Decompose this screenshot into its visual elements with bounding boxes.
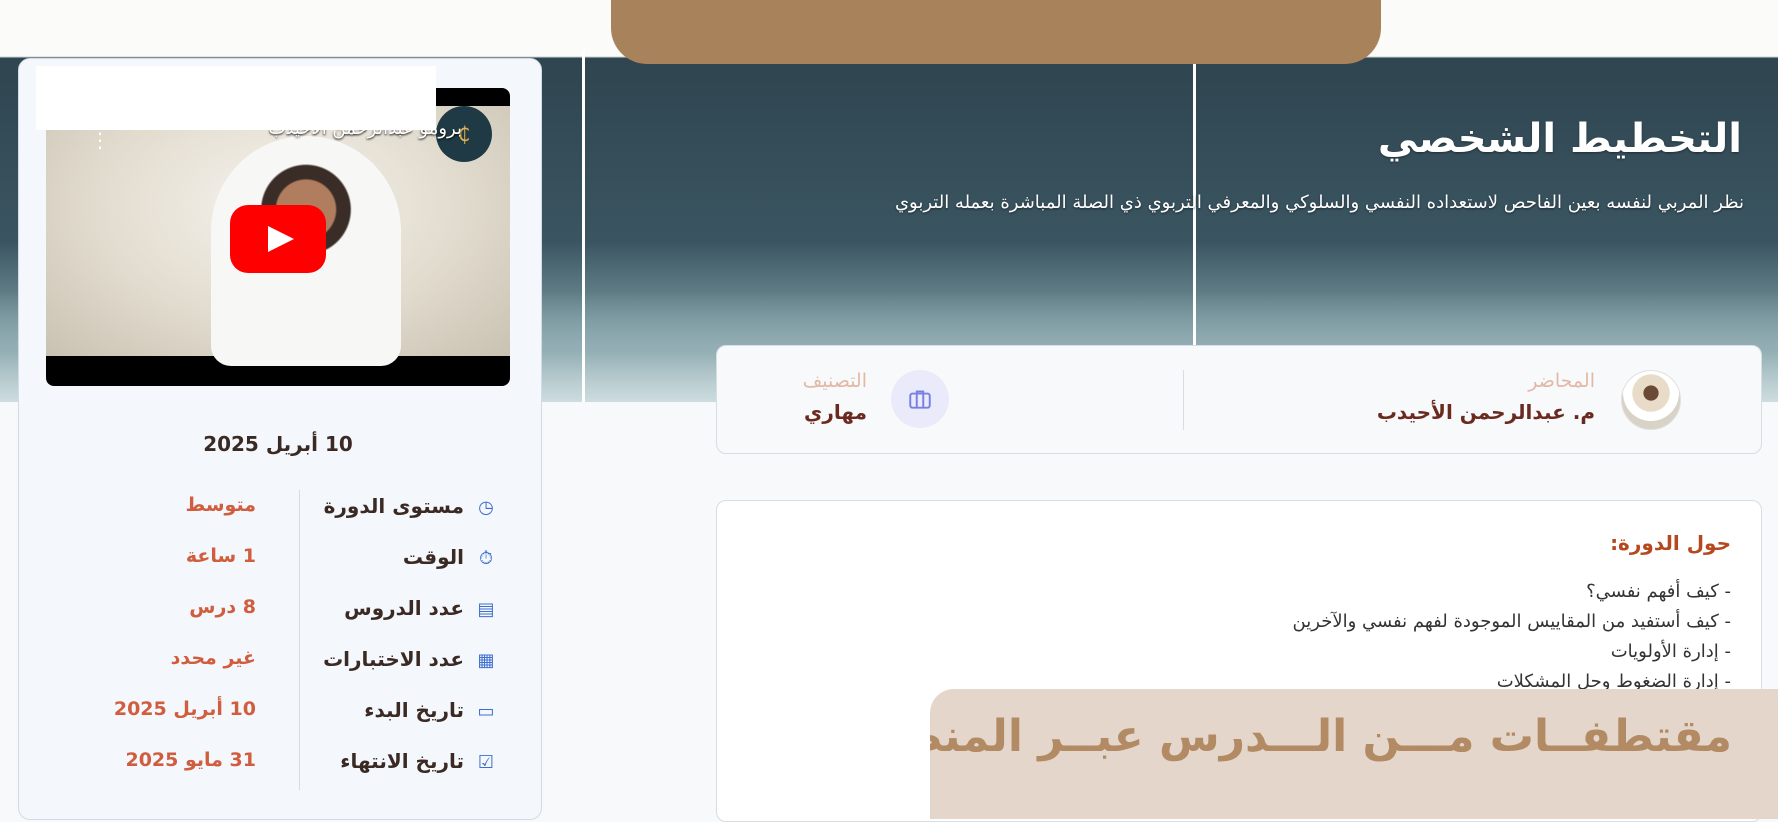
alarm-clock-icon: ⏱: [478, 548, 494, 569]
list-item: كيف أفهم نفسي؟: [1293, 577, 1731, 607]
info-divider: [1183, 370, 1184, 430]
about-title: حول الدورة:: [1610, 531, 1731, 555]
briefcase-icon: [891, 370, 949, 428]
detail-label: عدد الاختبارات: [323, 647, 464, 671]
detail-label: الوقت: [402, 545, 464, 569]
detail-label: تاريخ البدء: [364, 698, 464, 722]
more-options-icon[interactable]: ⋮: [90, 128, 110, 152]
gauge-icon: ◷: [478, 497, 494, 518]
top-pill-text: ..: [1311, 0, 1320, 4]
list-item: كيف أستفيد من المقاييس الموجودة لفهم نفس…: [1293, 607, 1731, 637]
certificate-icon: ▦: [477, 650, 495, 671]
banner-divider: [582, 50, 585, 402]
detail-value: 31 مايو 2025: [125, 749, 256, 771]
lecturer-avatar: [1621, 370, 1681, 430]
detail-row-quizzes: ▦ عدد الاختبارات غير محدد: [46, 641, 510, 681]
calendar-icon: ▭: [477, 701, 495, 722]
top-nav-pill: ..: [611, 0, 1381, 64]
video-overlay-bar: [36, 66, 436, 130]
detail-row-time: ⏱ الوقت 1 ساعة: [46, 539, 510, 579]
detail-value: 1 ساعة: [185, 545, 256, 567]
detail-row-start: ▭ تاريخ البدء 10 أبريل 2025: [46, 692, 510, 732]
category-value: مهاري: [804, 400, 867, 424]
category-label: التصنيف: [802, 370, 867, 392]
detail-row-level: ◷ مستوى الدورة متوسط: [46, 488, 510, 528]
lecturer-name[interactable]: م. عبدالرحمن الأحيدب: [1377, 400, 1595, 424]
calendar-check-icon: ☑: [477, 752, 495, 773]
detail-label: عدد الدروس: [344, 596, 464, 620]
lecturer-label: المحاضر: [1528, 370, 1595, 392]
list-item: إدارة الأولويات: [1293, 637, 1731, 667]
clips-banner-text: مقتطفــات مـــن الـــدرس عبــر المنصـــة: [930, 711, 1732, 762]
play-button[interactable]: [230, 205, 326, 273]
detail-value: 10 أبريل 2025: [113, 698, 256, 720]
detail-value: 8 درس: [189, 596, 256, 618]
about-list: كيف أفهم نفسي؟ كيف أستفيد من المقاييس ال…: [1293, 577, 1731, 697]
book-icon: ▤: [477, 599, 495, 620]
detail-label: مستوى الدورة: [323, 494, 464, 518]
detail-row-lessons: ▤ عدد الدروس 8 درس: [46, 590, 510, 630]
detail-value: متوسط: [185, 494, 256, 516]
course-date: 10 أبريل 2025: [203, 432, 353, 456]
detail-row-end: ☑ تاريخ الانتهاء 31 مايو 2025: [46, 743, 510, 783]
detail-label: تاريخ الانتهاء: [340, 749, 464, 773]
course-subtitle: نظر المربي لنفسه بعين الفاحص لاستعداده ا…: [894, 192, 1744, 213]
detail-value: غير محدد: [170, 647, 256, 669]
video-player[interactable]: ₵ برومو عبدالرحمن الأحيدب ⋮: [46, 88, 510, 386]
course-info-card: المحاضر م. عبدالرحمن الأحيدب التصنيف مها…: [716, 345, 1762, 454]
course-title: التخطيط الشخصي: [1377, 116, 1742, 162]
